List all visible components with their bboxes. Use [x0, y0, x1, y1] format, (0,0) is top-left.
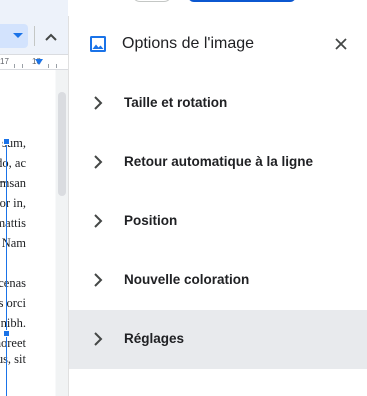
body-text-line: olor in, [0, 196, 26, 210]
body-text-line: us, sit [0, 352, 26, 366]
ruler-mark: 17 [0, 57, 9, 66]
section-label: Nouvelle coloration [124, 272, 250, 287]
resize-handle[interactable] [3, 138, 10, 145]
chevron-right-icon [94, 273, 103, 287]
body-text-line: mattis [0, 216, 26, 230]
scrollbar-thumb[interactable] [58, 92, 66, 196]
chevron-right-icon [94, 155, 103, 169]
section-retour-automatique[interactable]: Retour automatique à la ligne [69, 133, 367, 192]
resize-handle[interactable] [3, 330, 10, 337]
image-selection-border [6, 140, 7, 396]
image-options-panel: Options de l'image Taille et rotation Re… [68, 16, 367, 396]
panel-header: Options de l'image [69, 16, 367, 72]
body-text-line: . Nam [0, 236, 26, 250]
toolbar-divider [34, 26, 35, 46]
body-text-line: do, ac [0, 156, 26, 170]
toolbar-dropdown[interactable] [0, 24, 28, 48]
body-text-line: us orci [0, 296, 26, 310]
body-text-line: nibh. [0, 316, 26, 330]
section-position[interactable]: Position [69, 192, 367, 251]
document-page[interactable]: sum, do, ac msan olor in, mattis . Nam c… [0, 70, 55, 396]
caret-down-icon [13, 33, 23, 38]
close-icon[interactable] [333, 36, 349, 52]
section-label: Réglages [124, 331, 185, 346]
chevron-right-icon [94, 332, 103, 346]
ruler-tick [22, 64, 23, 68]
toolbar [0, 0, 68, 55]
body-text-line: msan [0, 176, 26, 190]
chevron-right-icon [94, 214, 103, 228]
chevron-up-icon [45, 33, 57, 41]
panel-title: Options de l'image [122, 35, 255, 52]
collapse-toolbar-button[interactable] [40, 26, 62, 48]
section-label: Retour automatique à la ligne [124, 154, 314, 169]
ruler: 17 18 [0, 55, 68, 70]
body-text-line: cenas [0, 276, 26, 290]
section-reglages[interactable]: Réglages [69, 310, 367, 369]
indent-marker[interactable] [35, 59, 43, 65]
section-label: Position [124, 213, 178, 228]
body-text-line: aoreet [0, 336, 26, 350]
section-nouvelle-coloration[interactable]: Nouvelle coloration [69, 251, 367, 310]
chevron-right-icon [94, 96, 103, 110]
ruler-tick [56, 64, 57, 68]
section-label: Taille et rotation [124, 95, 228, 110]
image-icon [90, 36, 106, 52]
section-taille-rotation[interactable]: Taille et rotation [69, 74, 367, 133]
ruler-tick [48, 64, 49, 68]
ruler-tick [14, 64, 15, 68]
document-area: sum, do, ac msan olor in, mattis . Nam c… [0, 0, 68, 396]
share-button[interactable] [188, 0, 296, 2]
top-toolbar-button[interactable] [132, 0, 172, 2]
